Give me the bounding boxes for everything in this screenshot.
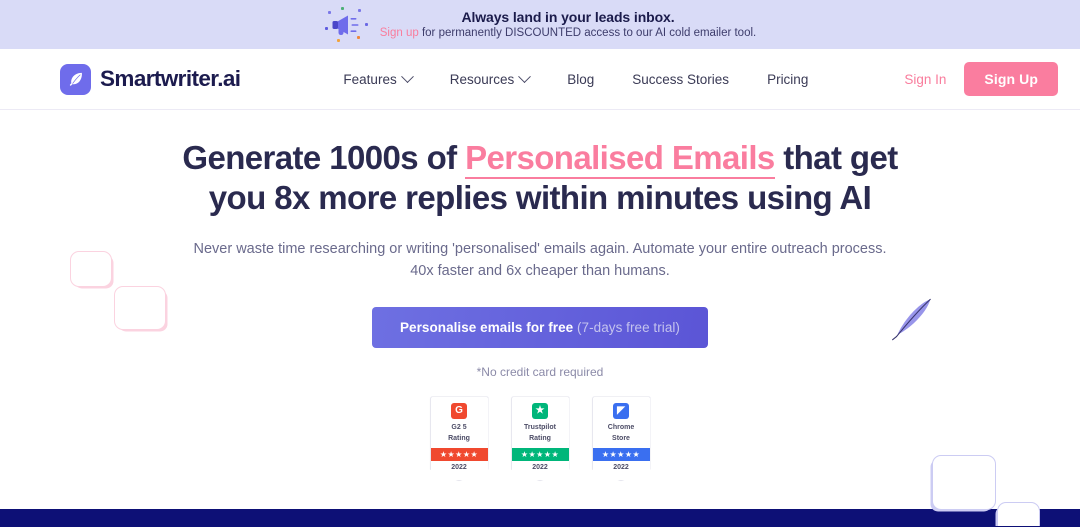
announcement-inner: Always land in your leads inbox. Sign up… (324, 5, 756, 45)
sign-in-link[interactable]: Sign In (904, 72, 946, 87)
rating-badge-g2[interactable]: G G2 5 Rating ★★★★★ 2022 (429, 396, 489, 482)
footer-strip (0, 509, 1080, 527)
badge-label-line2: Rating (529, 434, 551, 442)
rating-badges: G G2 5 Rating ★★★★★ 2022 ★ Trustpilot Ra… (0, 396, 1080, 482)
page-title: Generate 1000s of Personalised Emails th… (180, 138, 900, 219)
badge-year: 2022 (613, 464, 629, 472)
rating-badge-chrome-store[interactable]: ◤ Chrome Store ★★★★★ 2022 (591, 396, 651, 482)
badge-label-line2: Rating (448, 434, 470, 442)
site-header: Smartwriter.ai Features Resources Blog S… (0, 49, 1080, 110)
announcement-subtitle: Sign up for permanently DISCOUNTED acces… (380, 26, 756, 40)
nav-label: Resources (449, 71, 515, 87)
nav-item-pricing[interactable]: Pricing (767, 72, 808, 87)
feather-quill-icon (60, 63, 91, 95)
chevron-down-icon (518, 69, 532, 83)
hero-content: Generate 1000s of Personalised Emails th… (0, 110, 1080, 482)
nav-label: Pricing (767, 71, 809, 87)
badge-label-line1: G2 5 (451, 424, 467, 432)
badge-year: 2022 (532, 464, 548, 472)
cta-wrapper: Personalise emails for free (7-days free… (0, 307, 1080, 349)
megaphone-icon (324, 5, 370, 45)
confetti-dot (364, 22, 368, 26)
hero-section: Generate 1000s of Personalised Emails th… (0, 110, 1080, 526)
badge-stars: ★★★★★ (592, 448, 650, 462)
confetti-dot (324, 26, 328, 30)
confetti-dot (340, 6, 344, 10)
rating-badge-trustpilot[interactable]: ★ Trustpilot Rating ★★★★★ 2022 (510, 396, 570, 482)
trustpilot-logo-icon: ★ (532, 403, 548, 420)
nav-label: Success Stories (632, 71, 730, 87)
hero-title-part1: Generate 1000s of (182, 139, 466, 176)
badge-stars: ★★★★★ (430, 448, 488, 462)
confetti-dot (357, 8, 361, 12)
main-navigation: Features Resources Blog Success Stories … (343, 69, 808, 87)
badge-label-line1: Chrome (607, 424, 635, 432)
g2-logo-icon: G (451, 403, 467, 420)
confetti-dot (336, 38, 340, 42)
no-credit-card-note: *No credit card required (476, 365, 604, 380)
nav-item-features[interactable]: Features (343, 69, 414, 87)
nav-item-success-stories[interactable]: Success Stories (632, 72, 729, 87)
hero-subtitle: Never waste time researching or writing … (193, 240, 887, 280)
announcement-bar: Always land in your leads inbox. Sign up… (0, 0, 1080, 49)
badge-year: 2022 (451, 464, 467, 472)
sign-up-button[interactable]: Sign Up (964, 62, 1058, 96)
cta-sub-label: (7-days free trial) (577, 320, 680, 336)
chevron-down-icon (400, 69, 414, 83)
nav-label: Blog (567, 71, 595, 87)
nav-item-resources[interactable]: Resources (449, 69, 532, 87)
announcement-signup-link[interactable]: Sign up (380, 27, 419, 39)
badge-label-line1: Trustpilot (524, 424, 556, 432)
badge-label-line2: Store (612, 434, 630, 442)
brand-name: Smartwriter.ai (100, 66, 241, 91)
personalise-emails-cta-button[interactable]: Personalise emails for free (7-days free… (372, 307, 708, 349)
chrome-store-logo-icon: ◤ (613, 403, 629, 420)
badge-stars: ★★★★★ (511, 448, 569, 462)
announcement-subtitle-rest: for permanently DISCOUNTED access to our… (418, 27, 757, 40)
nav-item-blog[interactable]: Blog (567, 72, 594, 87)
announcement-title: Always land in your leads inbox. (461, 8, 675, 25)
hero-title-highlight: Personalised Emails (465, 139, 775, 179)
nav-label: Features (343, 71, 397, 87)
brand-logo[interactable]: Smartwriter.ai (60, 63, 241, 95)
header-actions: Sign In Sign Up (904, 62, 1058, 96)
announcement-text: Always land in your leads inbox. Sign up… (380, 9, 756, 41)
cta-label: Personalise emails for free (400, 320, 574, 336)
